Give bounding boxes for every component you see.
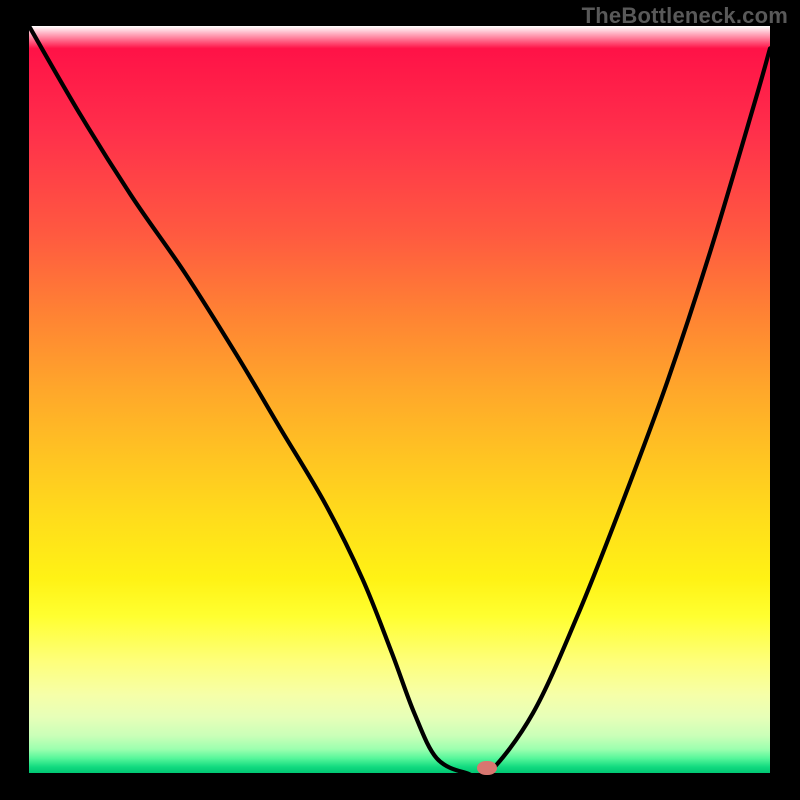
watermark-text: TheBottleneck.com <box>582 3 788 29</box>
chart-container: TheBottleneck.com <box>0 0 800 800</box>
plot-area <box>29 26 770 773</box>
curve-path <box>29 26 770 773</box>
bottleneck-curve <box>29 26 770 773</box>
optimum-marker <box>477 761 497 775</box>
